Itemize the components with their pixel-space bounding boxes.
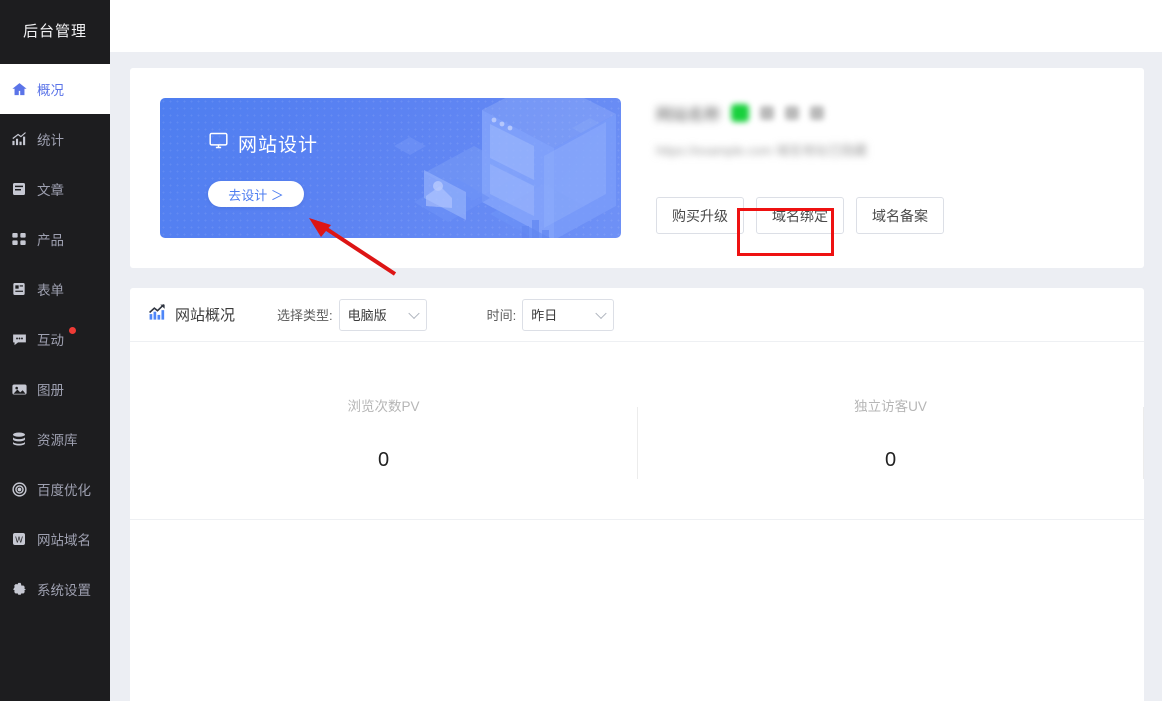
domain-filing-button[interactable]: 域名备案 — [856, 197, 944, 234]
type-filter-value: 电脑版 — [347, 308, 387, 323]
home-icon — [6, 79, 32, 99]
meta-chip — [785, 106, 800, 120]
grid-icon — [6, 229, 32, 249]
banner-title-row: 网站设计 — [208, 130, 318, 157]
buy-upgrade-button[interactable]: 购买升级 — [656, 197, 744, 234]
sidebar-item-label: 产品 — [37, 233, 64, 248]
target-icon — [6, 479, 32, 499]
main-content: 网站设计 去设计 ＞ 网站名称 https://example.com 域名地址… — [110, 52, 1162, 701]
time-filter: 时间: 昨日 — [486, 298, 615, 331]
metric-label: 独立访客UV — [854, 399, 927, 414]
website-overview-card: 网站概况 选择类型: 电脑版 时间: 昨日 浏览次数PV 0 独立访客UV 0 — [130, 288, 1144, 701]
sidebar-nav: 概况 统计 文章 产品 表单 互动 图册 资源库 百度优化 W 网站域名 系统设… — [0, 60, 110, 614]
chevron-down-icon — [407, 307, 420, 319]
sidebar-item-forms[interactable]: 表单 — [0, 264, 110, 314]
go-design-button[interactable]: 去设计 ＞ — [208, 181, 304, 207]
site-url-redacted: https://example.com 域名地址已隐藏 — [656, 143, 867, 158]
metric-uv: 独立访客UV 0 — [637, 389, 1144, 479]
sidebar-item-settings[interactable]: 系统设置 — [0, 564, 110, 614]
type-filter: 选择类型: 电脑版 — [277, 298, 427, 331]
sidebar-item-domain[interactable]: W 网站域名 — [0, 514, 110, 564]
gear-icon — [6, 579, 32, 599]
monitor-icon — [208, 130, 229, 157]
site-summary-card: 网站设计 去设计 ＞ 网站名称 https://example.com 域名地址… — [130, 68, 1144, 268]
image-icon — [6, 379, 32, 399]
chat-icon — [6, 329, 32, 349]
meta-chip — [760, 106, 775, 120]
sidebar-item-products[interactable]: 产品 — [0, 214, 110, 264]
overview-title: 网站概况 — [175, 307, 236, 324]
sidebar-item-label: 表单 — [37, 283, 64, 298]
website-design-banner[interactable]: 网站设计 去设计 ＞ — [160, 98, 621, 238]
metric-pv: 浏览次数PV 0 — [130, 389, 637, 472]
site-info-panel: 网站名称 https://example.com 域名地址已隐藏 购买升级 域名… — [656, 98, 944, 234]
sidebar: 后台管理 概况 统计 文章 产品 表单 互动 图册 资源库 百度优化 W 网站域… — [0, 0, 110, 701]
domain-binding-button[interactable]: 域名绑定 — [756, 197, 844, 234]
sidebar-item-label: 资源库 — [37, 433, 78, 448]
site-name-redacted: 网站名称 — [656, 107, 721, 124]
time-filter-label: 时间: — [486, 308, 517, 323]
form-icon — [6, 279, 32, 299]
article-icon — [6, 179, 32, 199]
site-name-row: 网站名称 — [656, 100, 944, 126]
sidebar-item-overview[interactable]: 概况 — [0, 64, 110, 114]
trend-chart-icon — [148, 303, 167, 326]
time-filter-select[interactable]: 昨日 — [522, 298, 615, 331]
sidebar-item-label: 统计 — [37, 133, 64, 148]
overview-header: 网站概况 选择类型: 电脑版 时间: 昨日 — [130, 288, 1144, 342]
sidebar-item-label: 文章 — [37, 183, 64, 198]
banner-title: 网站设计 — [238, 135, 319, 156]
sidebar-item-label: 系统设置 — [37, 583, 91, 598]
sidebar-item-label: 网站域名 — [37, 533, 91, 548]
sidebar-item-statistics[interactable]: 统计 — [0, 114, 110, 164]
type-filter-select[interactable]: 电脑版 — [338, 298, 427, 331]
database-icon — [6, 429, 32, 449]
chevron-down-icon — [595, 307, 607, 319]
metrics-row: 浏览次数PV 0 独立访客UV 0 — [130, 342, 1144, 520]
metric-label: 浏览次数PV — [347, 399, 420, 414]
time-filter-value: 昨日 — [531, 308, 558, 323]
top-header-bar — [110, 0, 1162, 52]
sidebar-item-interaction[interactable]: 互动 — [0, 314, 110, 364]
sidebar-item-label: 百度优化 — [37, 483, 91, 498]
sidebar-item-label: 图册 — [37, 383, 64, 398]
type-filter-label: 选择类型: — [277, 308, 333, 323]
sidebar-item-articles[interactable]: 文章 — [0, 164, 110, 214]
status-badge — [731, 104, 750, 122]
overview-title-group: 网站概况 — [148, 303, 235, 326]
metric-value: 0 — [377, 449, 390, 471]
sidebar-item-label: 概况 — [37, 83, 64, 98]
svg-text:W: W — [15, 535, 23, 544]
sidebar-item-baidu-seo[interactable]: 百度优化 — [0, 464, 110, 514]
w-badge-icon: W — [6, 529, 32, 549]
chart-icon — [6, 129, 32, 149]
sidebar-item-resources[interactable]: 资源库 — [0, 414, 110, 464]
sidebar-item-label: 互动 — [37, 333, 64, 348]
meta-chip — [810, 106, 825, 120]
admin-dashboard: 后台管理 概况 统计 文章 产品 表单 互动 图册 资源库 百度优化 W 网站域… — [0, 0, 1162, 701]
site-action-buttons: 购买升级 域名绑定 域名备案 — [656, 197, 944, 234]
brand-title: 后台管理 — [22, 22, 87, 40]
notification-dot — [69, 327, 76, 334]
sidebar-item-albums[interactable]: 图册 — [0, 364, 110, 414]
isometric-website-illustration — [394, 98, 616, 238]
metric-value: 0 — [884, 449, 897, 471]
